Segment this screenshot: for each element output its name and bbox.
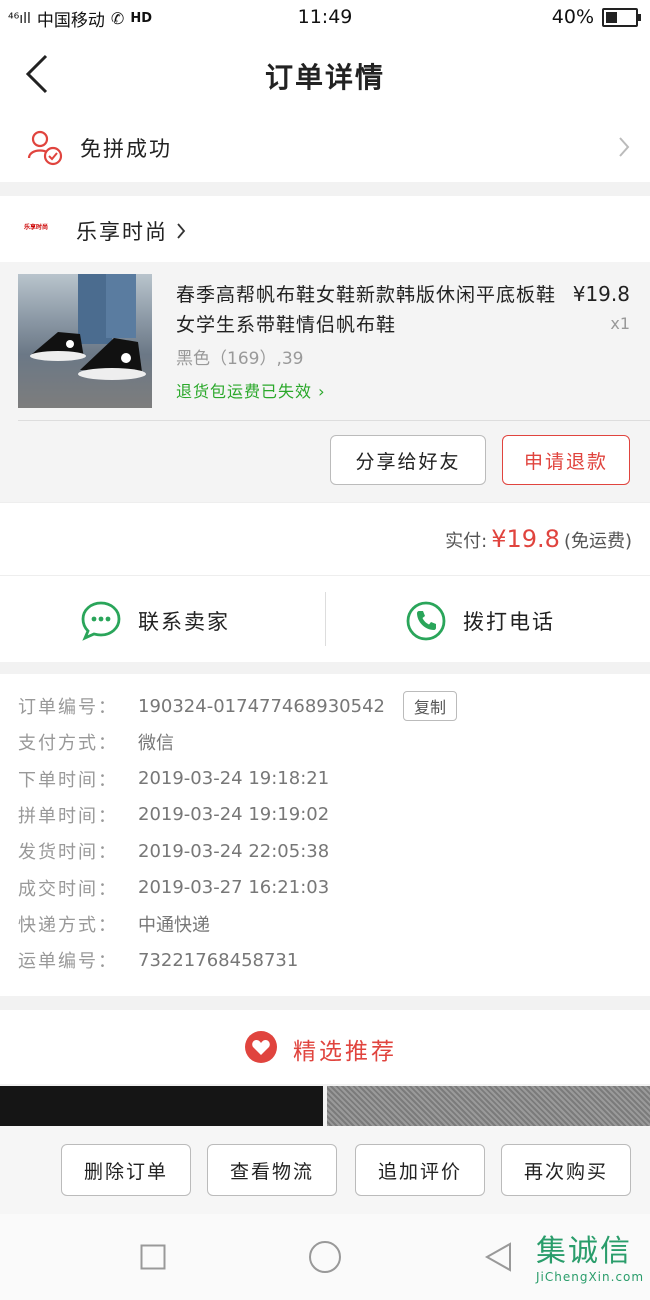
page-header: 订单详情 [0,34,650,114]
buy-again-button[interactable]: 再次购买 [501,1144,631,1196]
order-info-value: 2019-03-24 19:19:02 [138,804,330,826]
contact-seller-label: 联系卖家 [138,610,230,634]
order-info-value: 微信 [138,733,174,755]
recommend-label: 精选推荐 [293,1039,397,1065]
recent-apps-icon[interactable] [140,1244,166,1270]
order-info-row: 成交时间： 2019-03-27 16:21:03 [18,870,329,906]
order-info-row: 下单时间： 2019-03-24 19:18:21 [18,761,329,797]
call-phone-button[interactable]: 拨打电话 [405,600,555,642]
call-phone-label: 拨打电话 [463,610,555,634]
product-title: 春季高帮帆布鞋女鞋新款韩版休闲平底板鞋女学生系带鞋情侣帆布鞋 [176,284,557,336]
contact-seller-button[interactable]: 联系卖家 [80,600,230,642]
payment-note: (免运费) [563,531,632,552]
order-info-row: 运单编号： 73221768458731 [18,942,298,978]
return-shipping-link[interactable]: 退货包运费已失效 › [176,378,326,402]
divider [18,420,650,421]
order-info-key: 快递方式： [18,914,118,936]
battery-label: 40% [551,6,594,28]
battery-status: 40% [551,6,641,28]
add-review-button[interactable]: 追加评价 [355,1144,485,1196]
order-info-row: 订单编号： 190324-017477468930542 复制 [18,688,458,724]
order-info-row: 发货时间： 2019-03-24 22:05:38 [18,833,329,869]
order-info-key: 拼单时间： [18,805,118,827]
order-info-row: 拼单时间： 2019-03-24 19:19:02 [18,797,329,833]
chevron-right-icon [619,137,630,157]
contact-bar: 联系卖家 拨打电话 [0,575,650,662]
order-info-row: 快递方式： 中通快递 [18,906,210,942]
recommend-product-image[interactable] [0,1086,323,1126]
group-status-label: 免拼成功 [80,137,172,161]
product-spec: 黑色（169）,39 [176,349,304,369]
recommend-product-image[interactable] [327,1086,650,1126]
order-info-value: 2019-03-27 16:21:03 [138,877,330,898]
back-nav-icon[interactable] [484,1242,514,1272]
shop-name: 乐享时尚 [76,220,168,244]
page-title: 订单详情 [264,61,385,94]
shop-logo: 乐享时尚 [24,224,49,231]
view-logistics-button[interactable]: 查看物流 [207,1144,337,1196]
home-icon[interactable] [308,1240,342,1274]
product-price: ¥19.8 [572,282,630,306]
order-info-key: 发货时间： [18,842,118,864]
order-info-key: 成交时间： [18,878,118,900]
product-card[interactable]: 春季高帮帆布鞋女鞋新款韩版休闲平底板鞋女学生系带鞋情侣帆布鞋 黑色（169）,3… [0,262,650,502]
watermark-domain: JiChengXin.com [536,1270,645,1284]
sneaker-image [30,274,146,380]
group-success-icon [27,130,63,166]
contact-divider [325,592,326,646]
payment-label: 实付: [445,531,488,552]
refund-button[interactable]: 申请退款 [502,435,630,485]
bottom-action-bar: 删除订单 查看物流 追加评价 再次购买 [0,1126,650,1214]
copy-order-number-button[interactable]: 复制 [403,691,458,721]
watermark: 集诚信 JiChengXin.com [536,1226,646,1296]
green-chevron-icon: › [318,382,326,401]
order-info-value: 2019-03-24 22:05:38 [138,840,330,862]
order-info-value: 中通快递 [138,914,210,936]
order-info-key: 订单编号： [18,697,118,718]
payment-row: 实付: ¥19.8 (免运费) [445,525,632,553]
phone-icon [406,601,446,641]
delete-order-button[interactable]: 删除订单 [61,1144,191,1196]
shop-row[interactable]: 乐享时尚 乐享时尚 [0,196,650,262]
order-info-value: 190324-017477468930542 [138,695,385,717]
product-qty: x1 [610,314,630,333]
order-info-key: 下单时间： [18,769,118,791]
battery-icon [602,7,641,27]
order-info-row: 支付方式： 微信 [18,724,174,760]
order-info-value: 2019-03-24 19:18:21 [138,768,330,790]
order-info: 订单编号： 190324-017477468930542 复制 支付方式： 微信 下单时间… [0,674,650,996]
payment-summary: 实付: ¥19.8 (免运费) [0,502,650,575]
order-info-key: 支付方式： [18,733,118,755]
return-shipping-label: 退货包运费已失效 [176,382,313,401]
order-info-value: 73221768458731 [138,949,299,971]
chat-icon [81,601,121,641]
group-status-row[interactable]: 免拼成功 [0,114,650,182]
shop-chevron-icon [177,223,186,239]
status-bar: ⁴⁶ıll 中国移动 ✆ HD 11:49 40% [0,0,650,34]
share-button[interactable]: 分享给好友 [330,435,486,485]
recommend-header: 精选推荐 [0,1010,650,1084]
watermark-text: 集诚信 [536,1234,632,1269]
order-info-key: 运单编号： [18,951,118,973]
battery-fill [606,11,618,23]
payment-amount: ¥19.8 [491,525,560,553]
product-image [18,274,152,408]
